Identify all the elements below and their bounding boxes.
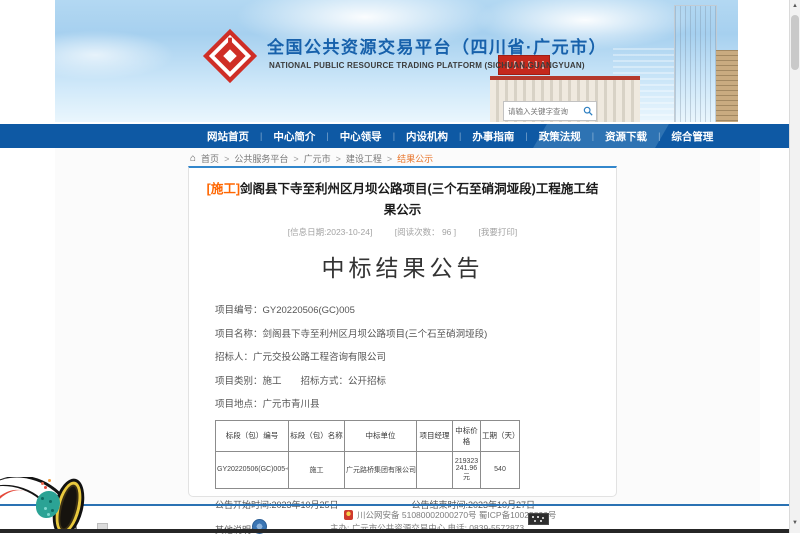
field-location: 项目地点：广元市青川县 <box>215 396 616 410</box>
cell-section-name: 施工 <box>289 451 345 488</box>
bottom-edge-strip <box>0 529 800 533</box>
article-card: [施工]剑阁县下寺至利州区月坝公路项目(三个石至硝洞垭段)工程施工结果公示 [信… <box>188 166 617 497</box>
nav-item-home[interactable]: 网站首页 <box>196 131 260 143</box>
cell-bid-price: 219323241.96元 <box>453 451 481 488</box>
cell-winning-bidder: 广元路桥集团有限公司 <box>345 451 417 488</box>
meta-date: [信息日期:2023-10-24] <box>288 227 373 237</box>
beian-text: 川公网安备 51080002000270号 蜀ICP备10025896号 <box>357 509 556 521</box>
scrollbar-thumb[interactable] <box>791 15 799 70</box>
building-image <box>674 5 717 122</box>
search-icon <box>583 106 593 116</box>
building-image <box>716 50 738 122</box>
breadcrumb-separator: > <box>224 154 229 164</box>
nav-item-guide[interactable]: 办事指南 <box>461 131 525 143</box>
breadcrumb-home[interactable]: 首页 <box>201 152 219 165</box>
cell-project-manager <box>417 451 453 488</box>
nav-item-center-leaders[interactable]: 中心领导 <box>329 131 393 143</box>
artifact-dots <box>41 482 44 485</box>
breadcrumb-separator: > <box>293 154 298 164</box>
site-title: 全国公共资源交易平台（四川省·广元市） <box>267 33 607 58</box>
scroll-up-icon[interactable]: ▲ <box>790 3 800 9</box>
vertical-scrollbar[interactable]: ▲ ▼ <box>789 0 800 533</box>
field-project-number: 项目编号：GY20220506(GC)005 <box>215 302 616 316</box>
cloud-decoration <box>55 30 175 80</box>
article-meta: [信息日期:2023-10-24] [阅读次数： 96 ] [我要打印] <box>189 226 616 238</box>
article-category-tag: [施工] <box>207 182 240 196</box>
breadcrumb-construction[interactable]: 建设工程 <box>346 152 382 165</box>
main-nav: 网站首页 | 中心简介 | 中心领导 | 内设机构 | 办事指南 | 政策法规 … <box>0 124 789 148</box>
footer-divider <box>0 504 789 506</box>
nav-item-departments[interactable]: 内设机构 <box>395 131 459 143</box>
col-section-number: 标段（包）编号 <box>216 420 289 451</box>
cell-duration: 540 <box>481 451 520 488</box>
bid-result-table: 标段（包）编号 标段（包）名称 中标单位 项目经理 中标价格 工期（天） GY2… <box>215 420 520 489</box>
home-icon: ⌂ <box>190 154 196 164</box>
site-banner: 全国公共资源交易平台（四川省·广元市） NATIONAL PUBLIC RESO… <box>55 0 738 122</box>
gov-site-badge <box>528 513 549 525</box>
col-winning-bidder: 中标单位 <box>345 420 417 451</box>
project-fields: 项目编号：GY20220506(GC)005 项目名称：剑阁县下寺至利州区月坝公… <box>215 302 616 410</box>
field-project-name: 项目名称：剑阁县下寺至利州区月坝公路项目(三个石至硝洞垭段) <box>215 326 616 340</box>
nav-item-management[interactable]: 综合管理 <box>660 131 724 143</box>
col-bid-price: 中标价格 <box>453 420 481 451</box>
article-title: [施工]剑阁县下寺至利州区月坝公路项目(三个石至硝洞垭段)工程施工结果公示 <box>205 179 600 220</box>
nav-item-downloads[interactable]: 资源下载 <box>594 131 658 143</box>
search-input[interactable] <box>504 107 580 116</box>
col-duration: 工期（天） <box>481 420 520 451</box>
meta-views: [阅读次数： 96 ] <box>395 227 456 237</box>
table-row: GY20220506(GC)005-003 施工 广元路桥集团有限公司 2193… <box>216 451 520 488</box>
breadcrumb-public-service[interactable]: 公共服务平台 <box>234 152 288 165</box>
scroll-down-icon[interactable]: ▼ <box>790 520 800 526</box>
breadcrumb: ⌂ 首页 > 公共服务平台 > 广元市 > 建设工程 > 结果公示 <box>190 152 433 165</box>
breadcrumb-separator: > <box>336 154 341 164</box>
cell-section-number: GY20220506(GC)005-003 <box>216 451 289 488</box>
footer-beian: 川公网安备 51080002000270号 蜀ICP备10025896号 <box>344 509 556 521</box>
nav-item-policies[interactable]: 政策法规 <box>528 131 592 143</box>
search-button[interactable] <box>580 103 596 119</box>
col-section-name: 标段（包）名称 <box>289 420 345 451</box>
table-header-row: 标段（包）编号 标段（包）名称 中标单位 项目经理 中标价格 工期（天） <box>216 420 520 451</box>
breadcrumb-guangyuan[interactable]: 广元市 <box>304 152 331 165</box>
nav-list: 网站首页 | 中心简介 | 中心领导 | 内设机构 | 办事指南 | 政策法规 … <box>196 124 724 148</box>
search-box[interactable] <box>503 101 597 121</box>
breadcrumb-current: 结果公示 <box>397 152 433 165</box>
breadcrumb-separator: > <box>387 154 392 164</box>
nav-item-center-intro[interactable]: 中心简介 <box>262 131 326 143</box>
field-category-method: 项目类别：施工 招标方式：公开招标 <box>215 373 616 387</box>
field-tenderee: 招标人：广元交投公路工程咨询有限公司 <box>215 349 616 363</box>
site-subtitle: NATIONAL PUBLIC RESOURCE TRADING PLATFOR… <box>269 61 585 70</box>
print-link[interactable]: [我要打印] <box>479 227 518 237</box>
notice-title: 中标结果公告 <box>189 249 616 283</box>
national-emblem-icon <box>344 510 353 520</box>
col-project-manager: 项目经理 <box>417 420 453 451</box>
article-title-text: 剑阁县下寺至利州区月坝公路项目(三个石至硝洞垭段)工程施工结果公示 <box>240 182 598 217</box>
platform-logo-icon <box>201 27 259 85</box>
